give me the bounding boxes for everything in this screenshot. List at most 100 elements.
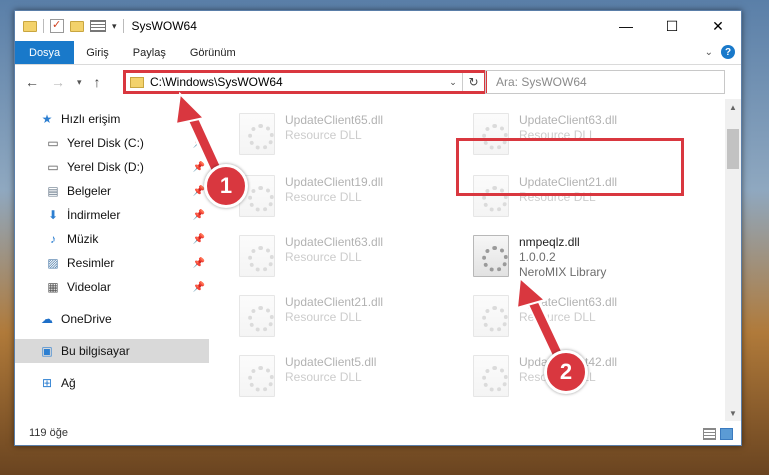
drive-icon: ▭ xyxy=(47,136,59,150)
view-toggle xyxy=(703,428,733,440)
tab-view[interactable]: Görünüm xyxy=(178,41,248,64)
file-name: UpdateClient21.dll xyxy=(285,295,384,309)
sidebar-item-quick-access[interactable]: ★ Hızlı erişim xyxy=(15,107,209,131)
ribbon-tabs: Dosya Giriş Paylaş Görünüm ⌄ ? xyxy=(15,41,741,65)
window-title: SysWOW64 xyxy=(131,19,197,33)
file-tile[interactable]: UpdateClient63.dll Resource DLL xyxy=(239,235,469,283)
back-arrow-icon[interactable]: ← xyxy=(25,74,39,90)
scroll-up-icon[interactable]: ▲ xyxy=(725,99,741,115)
file-name: UpdateClient63.dll xyxy=(519,113,618,127)
sidebar-item-label: Müzik xyxy=(67,232,99,246)
scroll-down-icon[interactable]: ▼ xyxy=(725,405,741,421)
address-dropdown-chevron-icon[interactable]: ⌄ xyxy=(444,77,462,88)
file-description: Resource DLL xyxy=(285,370,362,384)
navigation-bar: ← → ▾ ↑ C:\Windows\SysWOW64 ⌄ ↻ xyxy=(15,65,741,99)
pin-icon[interactable]: 📌 xyxy=(193,138,205,149)
sidebar-item-downloads[interactable]: ⬇ İndirmeler 📌 xyxy=(15,203,209,227)
toolbar-divider xyxy=(43,19,44,33)
sidebar-item-label: Hızlı erişim xyxy=(61,112,121,126)
window-controls: — ☐ ✕ xyxy=(603,11,741,41)
drive-icon: ▭ xyxy=(47,160,59,174)
expand-ribbon-chevron-icon[interactable]: ⌄ xyxy=(705,47,713,58)
title-bar: ▾ SysWOW64 — ☐ ✕ xyxy=(15,11,741,41)
item-count: 119 öğe xyxy=(29,427,68,439)
file-description: Resource DLL xyxy=(285,190,362,204)
pin-icon[interactable]: 📌 xyxy=(193,234,205,245)
pin-icon[interactable]: 📌 xyxy=(193,210,205,221)
file-tile[interactable]: UpdateClient65.dll Resource DLL xyxy=(239,113,469,161)
documents-icon: ▤ xyxy=(47,184,59,198)
sidebar-item-network[interactable]: ⊞ Ağ xyxy=(15,371,209,395)
properties-icon[interactable] xyxy=(90,20,106,32)
sidebar-item-label: Yerel Disk (C:) xyxy=(67,136,144,150)
tiles-view-icon[interactable] xyxy=(720,428,733,440)
file-description: Resource DLL xyxy=(285,250,362,264)
sidebar-item-videos[interactable]: ▦ Videolar 📌 xyxy=(15,275,209,299)
address-path[interactable]: C:\Windows\SysWOW64 xyxy=(150,75,444,89)
refresh-icon[interactable]: ↻ xyxy=(462,73,484,91)
customize-toolbar-chevron-icon[interactable]: ▾ xyxy=(112,21,117,32)
sidebar-item-label: OneDrive xyxy=(61,312,112,326)
close-button[interactable]: ✕ xyxy=(695,11,741,41)
sidebar-item-label: Ağ xyxy=(61,376,76,390)
dll-file-icon xyxy=(473,235,509,277)
dll-file-icon xyxy=(473,295,509,337)
file-name: UpdateClient63.dll xyxy=(285,235,384,249)
music-icon: ♪ xyxy=(50,232,56,246)
cloud-icon: ☁ xyxy=(41,312,53,326)
file-tile-nmpeqlz[interactable]: nmpeqlz.dll 1.0.0.2 NeroMIX Library xyxy=(473,235,703,283)
file-tile[interactable]: UpdateClient42.dllResource DLL xyxy=(473,355,703,403)
ribbon-right-controls: ⌄ ? xyxy=(705,45,735,59)
pin-icon[interactable]: 📌 xyxy=(193,162,205,173)
sidebar-item-onedrive[interactable]: ☁ OneDrive xyxy=(15,307,209,331)
file-name: UpdateClient19.dll xyxy=(285,175,384,189)
sidebar-item-label: İndirmeler xyxy=(67,208,121,222)
sidebar-item-label: Bu bilgisayar xyxy=(61,344,130,358)
sidebar-item-label: Belgeler xyxy=(67,184,112,198)
folder-icon[interactable] xyxy=(23,20,37,32)
search-box[interactable] xyxy=(485,70,725,94)
quick-access-toolbar: ▾ xyxy=(15,18,124,33)
properties-check-icon[interactable] xyxy=(50,18,64,33)
step-2-badge: 2 xyxy=(544,350,588,394)
file-tile[interactable]: UpdateClient21.dll Resource DLL xyxy=(239,295,469,343)
recent-locations-chevron-icon[interactable]: ▾ xyxy=(77,77,82,88)
vertical-scrollbar[interactable]: ▲ ▼ xyxy=(725,99,741,421)
forward-arrow-icon[interactable]: → xyxy=(51,74,65,90)
toolbar-divider xyxy=(122,19,124,33)
maximize-button[interactable]: ☐ xyxy=(649,11,695,41)
file-tile[interactable]: UpdateClient5.dll Resource DLL xyxy=(239,355,469,403)
dll-file-icon xyxy=(473,355,509,397)
sidebar-item-documents[interactable]: ▤ Belgeler 📌 xyxy=(15,179,209,203)
sidebar-item-local-disk-d[interactable]: ▭ Yerel Disk (D:) 📌 xyxy=(15,155,209,179)
details-view-icon[interactable] xyxy=(703,428,716,440)
help-icon[interactable]: ? xyxy=(721,45,735,59)
star-icon: ★ xyxy=(41,112,53,126)
dll-file-icon xyxy=(239,113,275,155)
scroll-thumb[interactable] xyxy=(727,129,739,169)
up-arrow-icon[interactable]: ↑ xyxy=(94,74,101,90)
sidebar-item-this-pc[interactable]: ▣ Bu bilgisayar xyxy=(15,339,209,363)
sidebar-item-pictures[interactable]: ▨ Resimler 📌 xyxy=(15,251,209,275)
address-bar[interactable]: C:\Windows\SysWOW64 ⌄ ↻ xyxy=(123,70,487,94)
pin-icon[interactable]: 📌 xyxy=(193,258,205,269)
file-tile[interactable]: UpdateClient63.dll Resource DLL xyxy=(473,295,703,343)
sidebar-item-music[interactable]: ♪ Müzik 📌 xyxy=(15,227,209,251)
tab-file[interactable]: Dosya xyxy=(15,41,75,64)
file-description: Resource DLL xyxy=(519,310,596,324)
pin-icon[interactable]: 📌 xyxy=(193,282,205,293)
tab-share[interactable]: Paylaş xyxy=(121,41,178,64)
pictures-icon: ▨ xyxy=(47,256,59,270)
sidebar-item-label: Resimler xyxy=(67,256,115,270)
search-input[interactable] xyxy=(496,75,716,89)
file-name: UpdateClient65.dll xyxy=(285,113,384,127)
folder-icon xyxy=(130,76,144,88)
minimize-button[interactable]: — xyxy=(603,11,649,41)
tab-home[interactable]: Giriş xyxy=(74,41,121,64)
file-tile[interactable]: UpdateClient19.dll Resource DLL xyxy=(239,175,469,223)
new-folder-icon[interactable] xyxy=(70,20,84,32)
dll-file-icon xyxy=(239,295,275,337)
file-description: Resource DLL xyxy=(285,128,362,142)
sidebar-item-local-disk-c[interactable]: ▭ Yerel Disk (C:) 📌 xyxy=(15,131,209,155)
